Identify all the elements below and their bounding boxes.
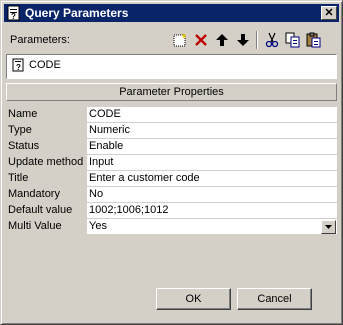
move-down-button[interactable]: [232, 30, 253, 51]
mandatory-field[interactable]: No: [87, 187, 337, 203]
title-bar[interactable]: ? Query Parameters ✕: [4, 4, 339, 22]
property-label: Mandatory: [8, 188, 60, 200]
parameter-list[interactable]: ? CODE: [6, 54, 337, 79]
paste-icon: [306, 32, 320, 48]
svg-text:?: ?: [11, 12, 16, 21]
property-row-name: Name CODE: [6, 107, 337, 123]
multi-value-selected: Yes: [89, 220, 107, 232]
query-parameters-icon: ?: [7, 5, 20, 21]
status-field[interactable]: Enable: [87, 139, 337, 155]
type-field[interactable]: Numeric: [87, 123, 337, 139]
properties-grid: Name CODE Type Numeric Status Enable Upd…: [6, 107, 337, 235]
toolbar-separator: [256, 31, 258, 49]
chevron-down-icon: [325, 225, 332, 229]
property-label: Update method: [8, 156, 84, 168]
parameters-label: Parameters:: [10, 34, 70, 46]
parameter-name: CODE: [29, 59, 61, 71]
query-parameters-dialog: ? Query Parameters ✕ Parameters: ? CODE …: [0, 0, 343, 325]
svg-text:?: ?: [16, 63, 21, 72]
delete-parameter-button[interactable]: [190, 30, 211, 51]
window-title: Query Parameters: [25, 6, 129, 20]
title-field[interactable]: Enter a customer code: [87, 171, 337, 187]
ok-button[interactable]: OK: [156, 288, 231, 310]
parameter-properties-header: Parameter Properties: [6, 83, 337, 101]
property-label: Status: [8, 140, 40, 152]
update-method-field[interactable]: Input: [87, 155, 337, 171]
property-row-multi-value: Multi Value Yes: [6, 219, 337, 235]
new-parameter-button[interactable]: [169, 30, 190, 51]
multi-value-dropdown-button[interactable]: [321, 220, 336, 234]
copy-button[interactable]: [282, 30, 303, 51]
name-field[interactable]: CODE: [87, 107, 337, 123]
default-value-field[interactable]: 1002;1006;1012: [87, 203, 337, 219]
property-row-type: Type Numeric: [6, 123, 337, 139]
property-row-default-value: Default value 1002;1006;1012: [6, 203, 337, 219]
move-up-icon: [215, 34, 228, 46]
multi-value-select[interactable]: Yes: [87, 219, 337, 235]
list-item[interactable]: ? CODE: [12, 58, 61, 72]
property-row-status: Status Enable: [6, 139, 337, 155]
cut-button[interactable]: [261, 30, 282, 51]
move-up-button[interactable]: [211, 30, 232, 51]
property-label: Multi Value: [8, 220, 62, 232]
parameter-icon: ?: [12, 58, 24, 72]
parameters-toolbar: [169, 29, 324, 51]
close-icon: ✕: [324, 6, 334, 19]
delete-icon: [194, 34, 207, 46]
property-row-title: Title Enter a customer code: [6, 171, 337, 187]
paste-button[interactable]: [303, 30, 324, 51]
property-row-update-method: Update method Input: [6, 155, 337, 171]
property-row-mandatory: Mandatory No: [6, 187, 337, 203]
cancel-button[interactable]: Cancel: [237, 288, 312, 310]
property-label: Default value: [8, 204, 73, 216]
property-label: Title: [8, 172, 29, 184]
copy-icon: [285, 32, 299, 48]
property-label: Type: [8, 124, 32, 136]
close-button[interactable]: ✕: [321, 6, 337, 20]
property-label: Name: [8, 108, 38, 120]
new-icon: [173, 33, 187, 47]
cut-icon: [265, 32, 278, 48]
move-down-icon: [236, 34, 249, 46]
